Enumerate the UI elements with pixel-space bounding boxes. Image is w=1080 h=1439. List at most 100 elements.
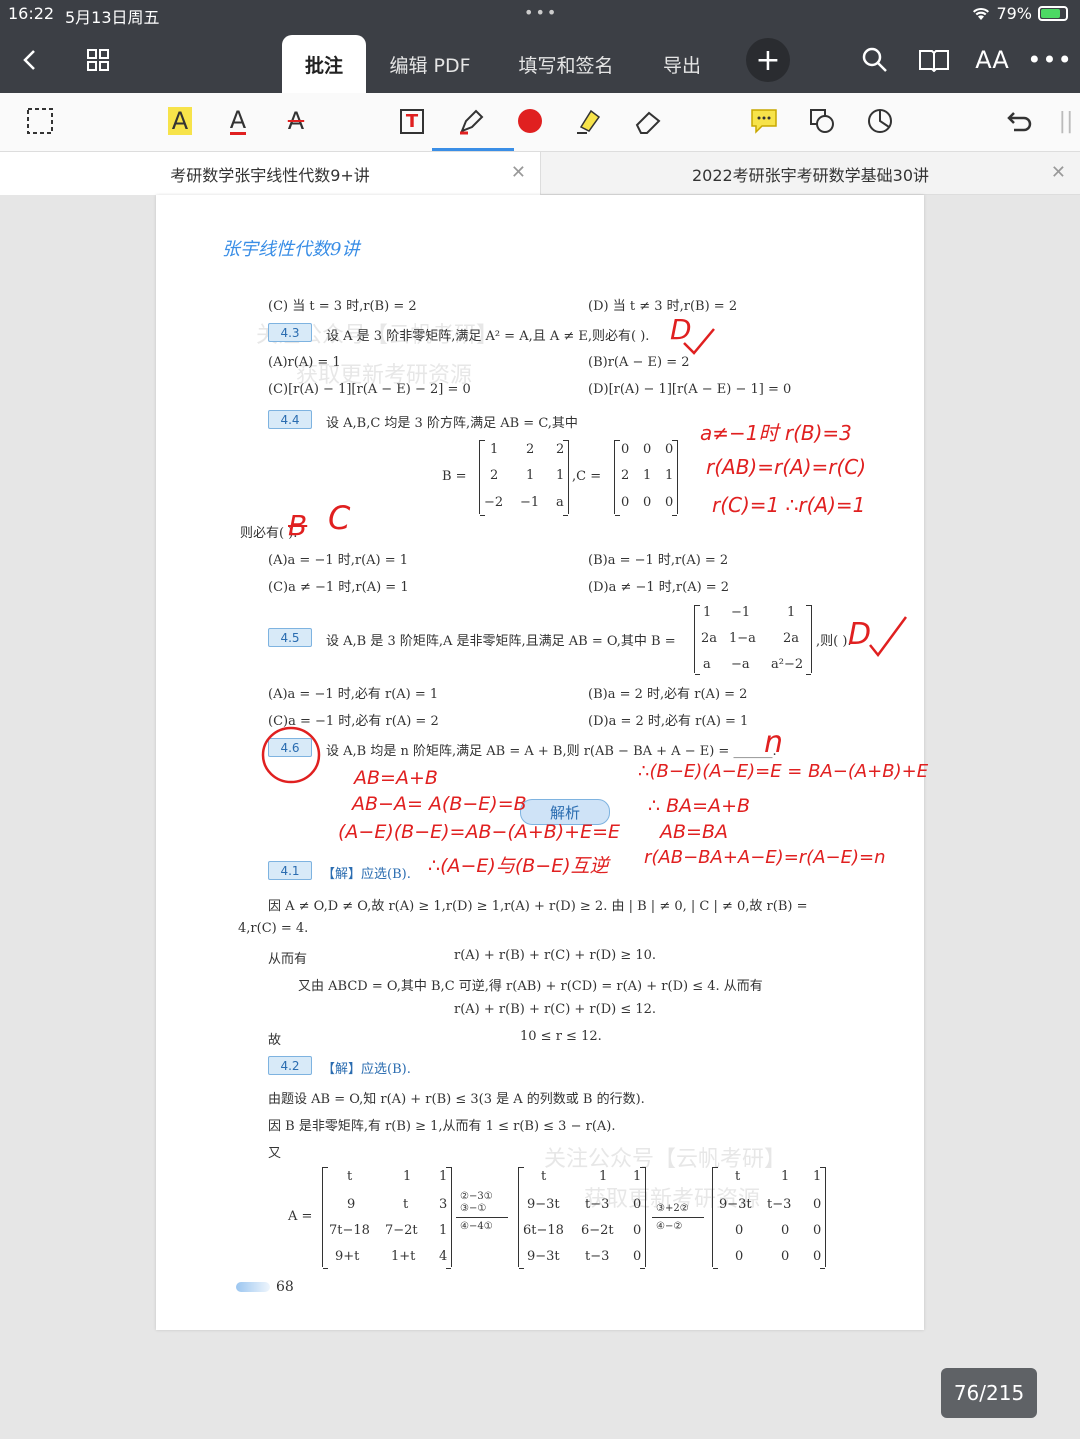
row-op-label: ②−3① [460, 1191, 493, 1202]
matrix-cell: 2 [621, 468, 630, 483]
problem-badge: 4.5 [268, 628, 312, 647]
problem-text: ,则( ). [816, 634, 852, 649]
matrix-cell: 1−a [729, 631, 756, 646]
matrix-cell: 0 [781, 1223, 790, 1238]
matrix-cell: t [735, 1169, 741, 1184]
undo-icon[interactable] [1000, 101, 1040, 141]
handwritten-note[interactable]: ∴(B−E)(A−E)=E = BA−(A+B)+E [638, 761, 928, 782]
status-date: 5月13日周五 [65, 8, 160, 27]
strikethrough-text-icon[interactable]: A [276, 101, 316, 141]
handwritten-note[interactable]: ∴ BA=A+B [648, 795, 750, 817]
circle-mark-icon [261, 726, 321, 784]
book-icon[interactable] [912, 38, 956, 82]
tab-annotate[interactable]: 批注 [282, 35, 366, 93]
matrix-cell: 1 [643, 468, 652, 483]
grid-icon[interactable] [78, 38, 118, 82]
handwritten-note[interactable]: r(AB)=r(A)=r(C) [706, 455, 866, 479]
problem-text: 设 A 是 3 阶非零矩阵,满足 A² = A,且 A ≠ E,则必有( ). [326, 329, 650, 344]
tab-edit-pdf[interactable]: 编辑 PDF [380, 35, 480, 93]
doc-tab-2[interactable]: 2022考研张宇考研数学基础30讲 ✕ [540, 152, 1080, 195]
battery-fill [1041, 9, 1060, 18]
matrix-cell: 1 [439, 1169, 448, 1184]
matrix-cell: 1 [490, 442, 499, 457]
matrix-cell: 0 [643, 442, 652, 457]
tab-export[interactable]: 导出 [652, 35, 712, 93]
text-box-letter: T [399, 108, 425, 134]
shapes-icon[interactable] [802, 101, 842, 141]
matrix-cell: 0 [643, 495, 652, 510]
pen-icon[interactable] [432, 101, 514, 151]
matrix-cell: 2 [526, 442, 535, 457]
matrix-cell: 7−2t [385, 1223, 418, 1238]
option-text: (D)a = 2 时,必有 r(A) = 1 [588, 714, 749, 729]
matrix-cell: 0 [633, 1197, 642, 1212]
plus-icon[interactable]: + [746, 38, 790, 82]
underline-text-icon[interactable]: A [218, 101, 258, 141]
matrix-label: A = [288, 1209, 313, 1224]
text-box-icon[interactable]: T [392, 101, 432, 141]
text-size-icon[interactable]: AA [972, 38, 1012, 82]
lasso-icon[interactable] [860, 101, 900, 141]
option-text: (A)r(A) = 1 [268, 355, 341, 370]
matrix-a-1: t 1 1 9 t 3 7t−18 7−2t 1 9+t 1+t 4 [322, 1167, 452, 1269]
matrix-cell: a²−2 [771, 657, 804, 672]
multitask-dots-icon[interactable]: ••• [524, 3, 558, 22]
pdf-page[interactable]: 张宇线性代数9讲 关注公众号【云帆考研】 获取更新考研资源 关注公众号【云帆考研… [156, 195, 928, 1330]
matrix-c-4-4: 0 0 0 2 1 1 0 0 0 [614, 440, 678, 516]
search-icon[interactable] [855, 38, 895, 82]
toolbar-handle-icon[interactable]: || [1046, 101, 1080, 141]
matrix-cell: 1 [633, 1169, 642, 1184]
matrix-cell: t−3 [585, 1197, 610, 1212]
matrix-cell: 6t−18 [523, 1223, 564, 1238]
doc-tab-1[interactable]: 考研数学张宇线性代数9+讲 ✕ [0, 152, 540, 195]
solution-text: 由题设 AB = O,知 r(A) + r(B) ≤ 3(3 是 A 的列数或 … [268, 1092, 645, 1107]
matrix-cell: 4 [439, 1249, 448, 1264]
problem-badge: 4.1 [268, 861, 312, 880]
close-icon[interactable]: ✕ [1051, 162, 1066, 183]
more-icon[interactable]: ••• [1027, 38, 1071, 82]
highlighter-icon[interactable] [570, 101, 610, 141]
page-number-decoration [236, 1282, 270, 1292]
option-text: (C) 当 t = 3 时,r(B) = 2 [268, 299, 417, 314]
close-icon[interactable]: ✕ [511, 162, 526, 183]
handwritten-note[interactable]: r(C)=1 ∴r(A)=1 [712, 493, 865, 517]
handwritten-note[interactable]: ∴(A−E)与(B−E)互逆 [428, 851, 609, 878]
matrix-cell: 0 [633, 1223, 642, 1238]
handwritten-note[interactable]: a≠−1时 r(B)=3 [700, 417, 852, 446]
matrix-cell: 0 [665, 495, 674, 510]
book-logo: 张宇线性代数9讲 [215, 235, 437, 261]
matrix-cell: 1 [813, 1169, 822, 1184]
select-icon[interactable] [20, 101, 60, 141]
formula-text: r(A) + r(B) + r(C) + r(D) ≤ 12. [454, 1002, 657, 1017]
comment-icon[interactable] [744, 101, 784, 141]
handwritten-crossed-answer[interactable]: B [288, 509, 307, 542]
handwritten-note[interactable]: AB−A= A(B−E)=B [352, 793, 527, 815]
matrix-cell: −1 [731, 605, 751, 620]
back-icon[interactable] [10, 38, 50, 82]
battery-percent: 79% [996, 4, 1032, 23]
row-op-arrow [652, 1217, 704, 1218]
tab-fill-sign[interactable]: 填写和签名 [506, 35, 626, 93]
battery-icon [1038, 6, 1068, 21]
annotation-toolbar: A A A T || [0, 93, 1080, 152]
color-picker-icon[interactable] [510, 101, 550, 141]
matrix-cell: 0 [735, 1223, 744, 1238]
matrix-cell: −1 [520, 495, 540, 510]
solution-text: 又 [268, 1146, 282, 1161]
highlight-letter: A [167, 107, 193, 135]
handwritten-note[interactable]: AB=A+B [354, 767, 438, 789]
handwritten-note[interactable]: r(AB−BA+A−E)=r(A−E)=n [644, 847, 886, 868]
matrix-cell: 1 [439, 1223, 448, 1238]
highlight-text-icon[interactable]: A [160, 101, 200, 141]
problem-text: 设 A,B,C 均是 3 阶方阵,满足 AB = C,其中 [326, 416, 578, 431]
handwritten-answer[interactable]: n [764, 725, 783, 760]
page-indicator[interactable]: 76/215 [941, 1368, 1037, 1418]
matrix-label: ,C = [572, 469, 602, 484]
option-text: (A)a = −1 时,r(A) = 1 [268, 553, 409, 568]
handwritten-answer[interactable]: C [328, 499, 350, 537]
eraser-icon[interactable] [628, 101, 668, 141]
handwritten-note[interactable]: AB=BA [660, 821, 728, 843]
handwritten-note[interactable]: (A−E)(B−E)=AB−(A+B)+E=E [338, 821, 620, 843]
top-nav-bar: 16:22 5月13日周五 ••• 79% 批注 编辑 PDF 填写和签名 导出… [0, 0, 1080, 93]
matrix-cell: t [541, 1169, 547, 1184]
